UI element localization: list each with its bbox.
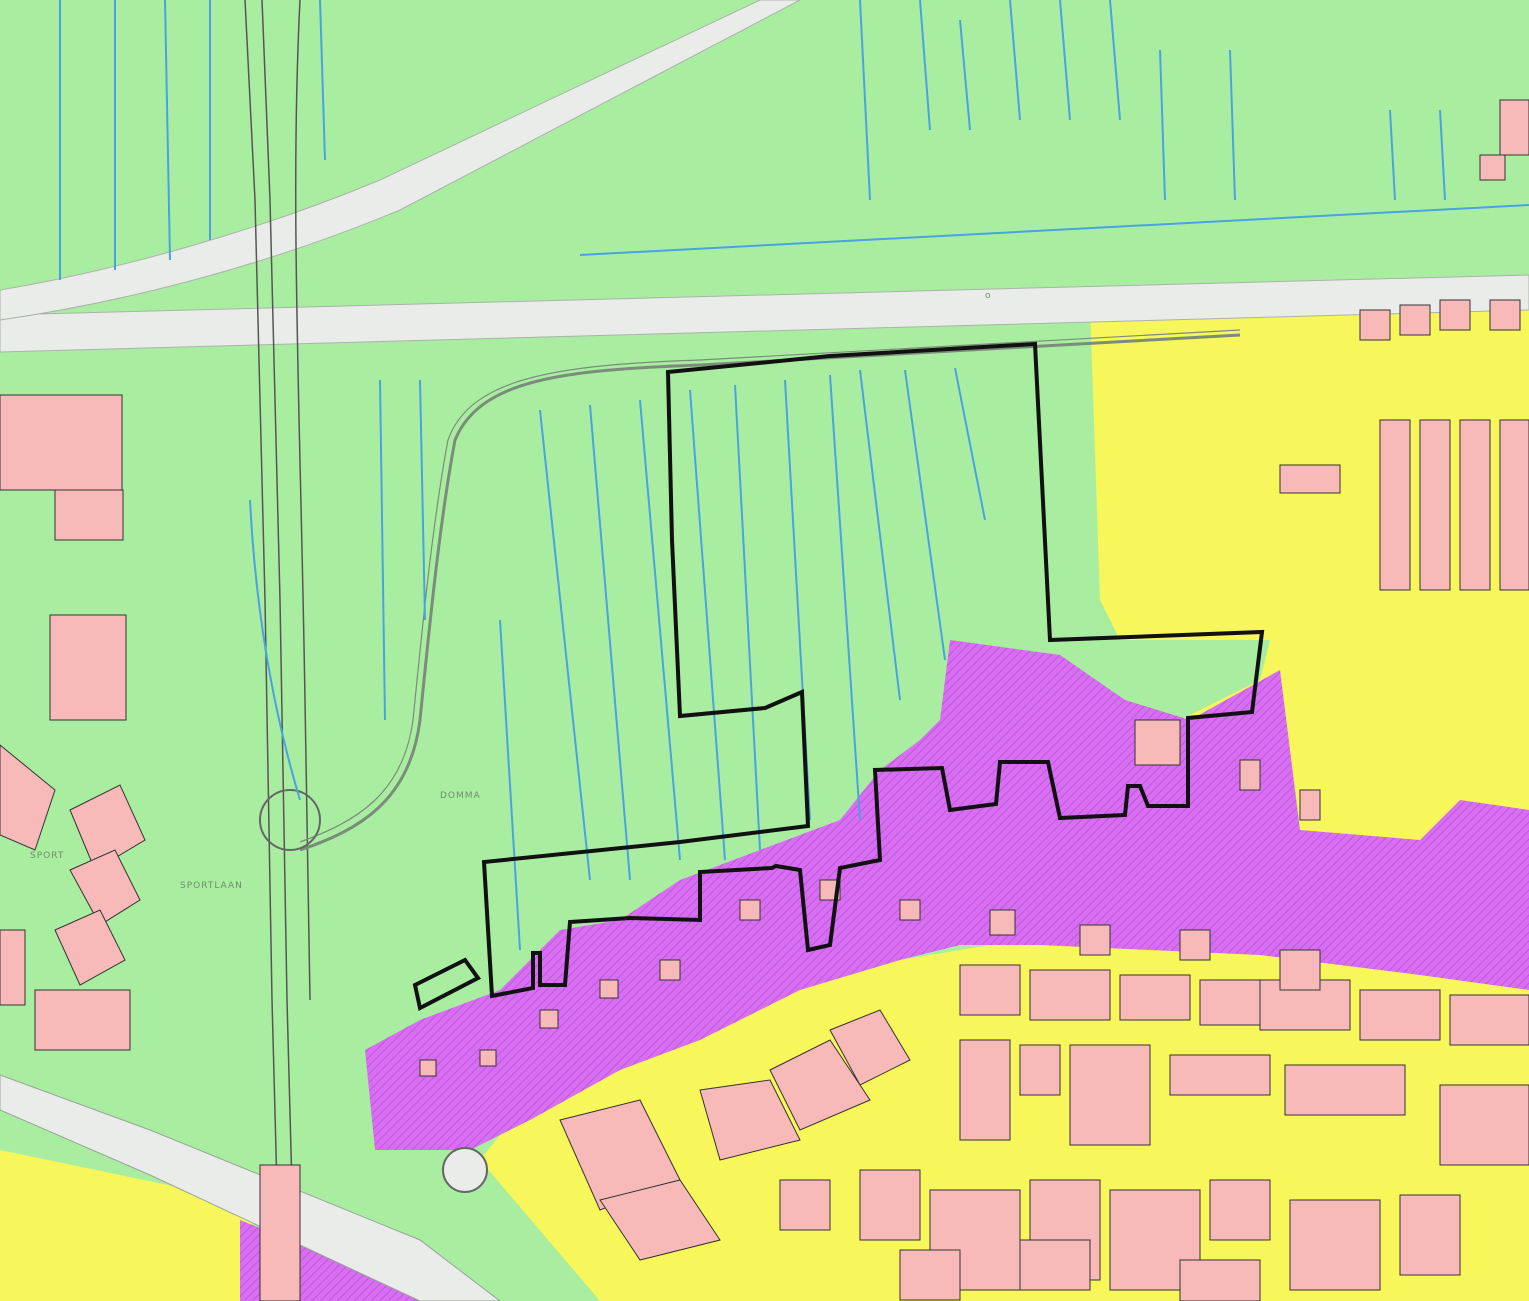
- highway-marker: o: [985, 291, 992, 301]
- street-label-sportlaan: SPORTLAAN: [180, 881, 243, 891]
- street-label-domma: DOMMA: [440, 791, 481, 801]
- zoning-map[interactable]: SPORTLAAN DOMMA SPORT o: [0, 0, 1529, 1301]
- street-label-sport: SPORT: [30, 851, 64, 861]
- roundabout-south: [442, 1147, 488, 1193]
